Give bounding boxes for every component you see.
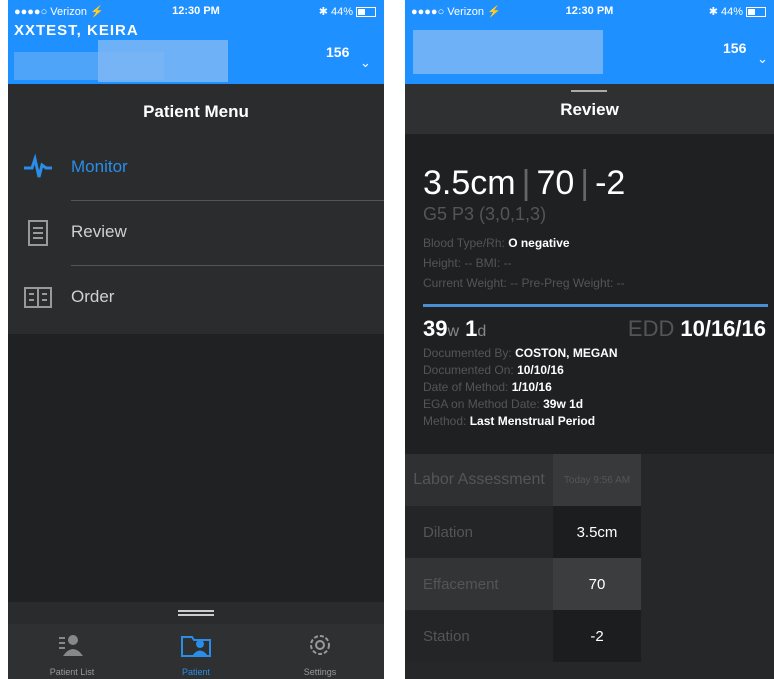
row-value: 70 xyxy=(553,558,641,610)
patient-header[interactable]: ●●●●○ Verizon ⚡ 12:30 PM ✱ 44% 156 ⌄ xyxy=(405,0,774,84)
tab-label: Patient List xyxy=(49,667,95,677)
documented-by-line: Documented By: COSTON, MEGAN xyxy=(423,346,618,360)
row-value: -2 xyxy=(553,610,641,662)
row-value: 3.5cm xyxy=(553,506,641,558)
battery-icon xyxy=(356,7,376,18)
documented-on-line: Documented On: 10/10/16 xyxy=(423,363,564,377)
labor-assessment-table: Labor Assessment Today 9:56 AM Dilation … xyxy=(405,454,641,679)
content-area xyxy=(8,334,384,602)
table-row[interactable]: Effacement 70 xyxy=(405,558,641,610)
table-header-time: Today 9:56 AM xyxy=(553,454,641,506)
ega-method-line: EGA on Method Date: 39w 1d xyxy=(423,397,584,411)
battery-text: ✱ 44% xyxy=(319,5,376,18)
menu-item-label: Monitor xyxy=(71,157,128,176)
menu-item-label: Review xyxy=(71,222,127,241)
gear-icon xyxy=(310,635,330,655)
tab-label: Settings xyxy=(303,667,337,677)
review-title: Review xyxy=(560,100,619,119)
chevron-down-icon[interactable]: ⌄ xyxy=(757,51,768,67)
patient-summary: 3.5cm | 70 | -2 G5 P3 (3,0,1,3) Blood Type/R… xyxy=(405,134,774,454)
patient-list-icon xyxy=(59,635,83,656)
battery-text: ✱ 44% xyxy=(709,5,766,18)
row-label: Effacement xyxy=(423,575,499,593)
edd: EDD 10/16/16 xyxy=(627,316,766,341)
divider xyxy=(71,265,384,266)
weight-line: Current Weight: -- Pre-Preg Weight: -- xyxy=(423,276,625,290)
method-line: Method: Last Menstrual Period xyxy=(423,414,596,428)
table-header-label: Labor Assessment xyxy=(413,471,545,488)
menu-item-label: Order xyxy=(71,287,115,306)
status-bar: ●●●●○ Verizon ⚡ 12:30 PM ✱ 44% xyxy=(8,0,384,22)
table-row[interactable]: Station -2 xyxy=(405,610,641,662)
patient-menu: Patient Menu Monitor Review Order xyxy=(8,84,384,334)
right-phone-screen: ●●●●○ Verizon ⚡ 12:30 PM ✱ 44% 156 ⌄ Rev… xyxy=(405,0,774,679)
table-header: Labor Assessment Today 9:56 AM xyxy=(405,454,641,506)
date-of-method-line: Date of Method: 1/10/16 xyxy=(423,380,552,394)
summary-dilation: 3.5cm xyxy=(423,164,516,202)
tab-bar: Patient List Patient Settings xyxy=(8,624,384,679)
tab-settings[interactable]: Settings xyxy=(260,624,380,679)
monitor-pulse-icon xyxy=(24,153,52,178)
patient-folder-icon xyxy=(181,636,211,657)
patient-name: XXTEST, KEIRA xyxy=(14,22,139,39)
header-number: 156 xyxy=(326,44,350,60)
menu-title: Patient Menu xyxy=(143,102,249,121)
section-divider xyxy=(423,304,768,307)
left-phone-screen: ●●●●○ Verizon ⚡ 12:30 PM ✱ 44% XXTEST, K… xyxy=(8,0,384,679)
review-bar[interactable]: Review xyxy=(405,84,774,134)
chevron-down-icon[interactable]: ⌄ xyxy=(360,55,371,71)
gestational-age: 39w 1d xyxy=(423,316,487,341)
table-row[interactable]: Dilation 3.5cm xyxy=(405,506,641,558)
row-label: Station xyxy=(423,627,470,645)
redacted-block xyxy=(14,52,164,80)
summary-effacement: 70 xyxy=(536,164,575,202)
patient-header[interactable]: ●●●●○ Verizon ⚡ 12:30 PM ✱ 44% XXTEST, K… xyxy=(8,0,384,84)
height-bmi-line: Height: -- BMI: -- xyxy=(423,256,512,270)
blood-type-line: Blood Type/Rh: O negative xyxy=(423,236,570,250)
header-number: 156 xyxy=(723,40,747,56)
divider xyxy=(71,200,384,201)
row-label: Dilation xyxy=(423,523,474,541)
status-bar: ●●●●○ Verizon ⚡ 12:30 PM ✱ 44% xyxy=(405,0,774,22)
tab-label: Patient xyxy=(181,667,211,677)
drag-handle[interactable] xyxy=(8,602,384,624)
drag-handle[interactable] xyxy=(571,90,607,92)
summary-station: -2 xyxy=(595,164,626,202)
redacted-block xyxy=(413,30,603,74)
tab-patient-list[interactable]: Patient List xyxy=(12,624,132,679)
tab-patient[interactable]: Patient xyxy=(136,624,256,679)
battery-icon xyxy=(746,7,766,18)
menu-item-order[interactable]: Order xyxy=(8,267,384,327)
cervical-summary: 3.5cm | 70 | -2 xyxy=(423,164,626,202)
menu-item-monitor[interactable]: Monitor xyxy=(8,137,384,197)
menu-item-review[interactable]: Review xyxy=(8,202,384,262)
clipboard-icon xyxy=(28,220,48,246)
order-list-icon xyxy=(24,287,52,308)
gravida-para: G5 P3 (3,0,1,3) xyxy=(423,204,547,224)
